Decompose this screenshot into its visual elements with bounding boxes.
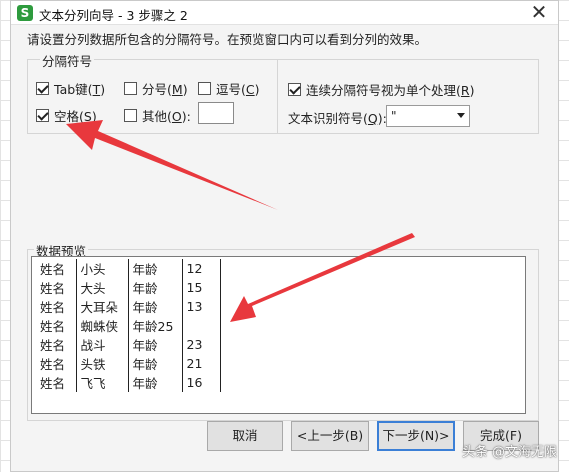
preview-cell: 蜘蛛侠	[76, 316, 129, 335]
preview-row: 姓名 大耳朵 年龄 13	[36, 297, 221, 316]
wps-app-icon: S	[17, 5, 33, 21]
preview-cell: 头铁	[76, 354, 129, 373]
preview-cell: 飞飞	[76, 373, 129, 392]
preview-cell: 姓名	[36, 297, 77, 316]
semicolon-label: 分号(M)	[142, 82, 188, 97]
preview-row: 姓名 战斗 年龄 23	[36, 335, 221, 354]
preview-cell: 姓名	[36, 316, 77, 335]
options-group: 连续分隔符号视为单个处理(R) 文本识别符号(Q): "	[277, 59, 539, 134]
tab-checkbox[interactable]: Tab键(T)	[36, 79, 105, 98]
text-qualifier-select[interactable]: "	[386, 105, 470, 127]
consecutive-delimiters-checkbox[interactable]: 连续分隔符号视为单个处理(R)	[288, 80, 474, 99]
preview-cell: 战斗	[76, 335, 129, 354]
preview-cell	[182, 316, 221, 335]
preview-cell: 姓名	[36, 259, 77, 278]
comma-checkbox[interactable]: 逗号(C)	[198, 79, 260, 98]
semicolon-checkbox[interactable]: 分号(M)	[124, 79, 188, 98]
title-bar: S 文本分列向导 - 3 步骤之 2 ✕	[11, 1, 558, 25]
checkbox-box	[36, 82, 49, 95]
space-checkbox[interactable]: 空格(S)	[36, 106, 97, 125]
text-qualifier-label: 文本识别符号(Q):	[288, 111, 387, 126]
next-button[interactable]: 下一步(N)>	[377, 421, 455, 451]
preview-cell: 16	[182, 373, 221, 392]
preview-cell: 年龄	[128, 373, 183, 392]
preview-table: 姓名 小头 年龄 12 姓名 大头 年龄 15 姓名 大耳朵 年龄 13 姓名 蜘蛛侠 年龄25 姓名 战斗 年龄…	[36, 259, 221, 392]
preview-cell: 年龄	[128, 335, 183, 354]
other-label: 其他(O):	[142, 109, 191, 124]
preview-row: 姓名 小头 年龄 12	[36, 259, 221, 278]
data-preview-pane[interactable]: 姓名 小头 年龄 12 姓名 大头 年龄 15 姓名 大耳朵 年龄 13 姓名 蜘蛛侠 年龄25 姓名 战斗 年龄…	[31, 256, 526, 414]
preview-cell: 21	[182, 354, 221, 373]
consecutive-label: 连续分隔符号视为单个处理(R)	[306, 83, 475, 98]
chevron-down-icon	[457, 113, 465, 118]
checkbox-box	[36, 109, 49, 122]
checkbox-box	[124, 82, 137, 95]
preview-cell: 15	[182, 278, 221, 297]
space-label: 空格(S)	[54, 109, 97, 124]
delimiters-group: 分隔符号 Tab键(T) 分号(M) 逗号(C) 空格(S) 其他(O):	[27, 51, 279, 134]
preview-cell: 12	[182, 259, 221, 278]
tab-label: Tab键(T)	[54, 82, 106, 97]
checkbox-box	[288, 83, 301, 96]
other-checkbox[interactable]: 其他(O):	[124, 106, 191, 125]
text-to-columns-dialog: S 文本分列向导 - 3 步骤之 2 ✕ 请设置分列数据所包含的分隔符号。在预览…	[10, 0, 559, 472]
preview-cell: 姓名	[36, 335, 77, 354]
other-delimiter-input[interactable]	[198, 102, 234, 124]
preview-cell: 年龄	[128, 297, 183, 316]
preview-cell: 年龄	[128, 278, 183, 297]
preview-cell: 小头	[76, 259, 129, 278]
text-qualifier-value: "	[391, 109, 397, 123]
preview-cell: 年龄25	[128, 316, 183, 335]
checkbox-box	[198, 82, 211, 95]
delimiters-group-title: 分隔符号	[40, 51, 95, 70]
cancel-button[interactable]: 取消	[207, 421, 283, 451]
close-icon[interactable]: ✕	[528, 2, 550, 24]
preview-row: 姓名 头铁 年龄 21	[36, 354, 221, 373]
preview-row: 姓名 蜘蛛侠 年龄25	[36, 316, 221, 335]
preview-cell: 年龄	[128, 354, 183, 373]
preview-cell: 大头	[76, 278, 129, 297]
preview-row: 姓名 大头 年龄 15	[36, 278, 221, 297]
watermark: 头条 @文海无限	[461, 445, 557, 460]
preview-cell: 23	[182, 335, 221, 354]
instruction-text: 请设置分列数据所包含的分隔符号。在预览窗口内可以看到分列的效果。	[27, 32, 428, 47]
preview-cell: 姓名	[36, 278, 77, 297]
preview-cell: 姓名	[36, 373, 77, 392]
preview-cell: 13	[182, 297, 221, 316]
window-title: 文本分列向导 - 3 步骤之 2	[39, 8, 188, 23]
preview-cell: 大耳朵	[76, 297, 129, 316]
preview-row: 姓名 飞飞 年龄 16	[36, 373, 221, 392]
preview-cell: 年龄	[128, 259, 183, 278]
preview-cell: 姓名	[36, 354, 77, 373]
comma-label: 逗号(C)	[216, 82, 260, 97]
checkbox-box	[124, 109, 137, 122]
back-button[interactable]: <上一步(B)	[291, 421, 369, 451]
